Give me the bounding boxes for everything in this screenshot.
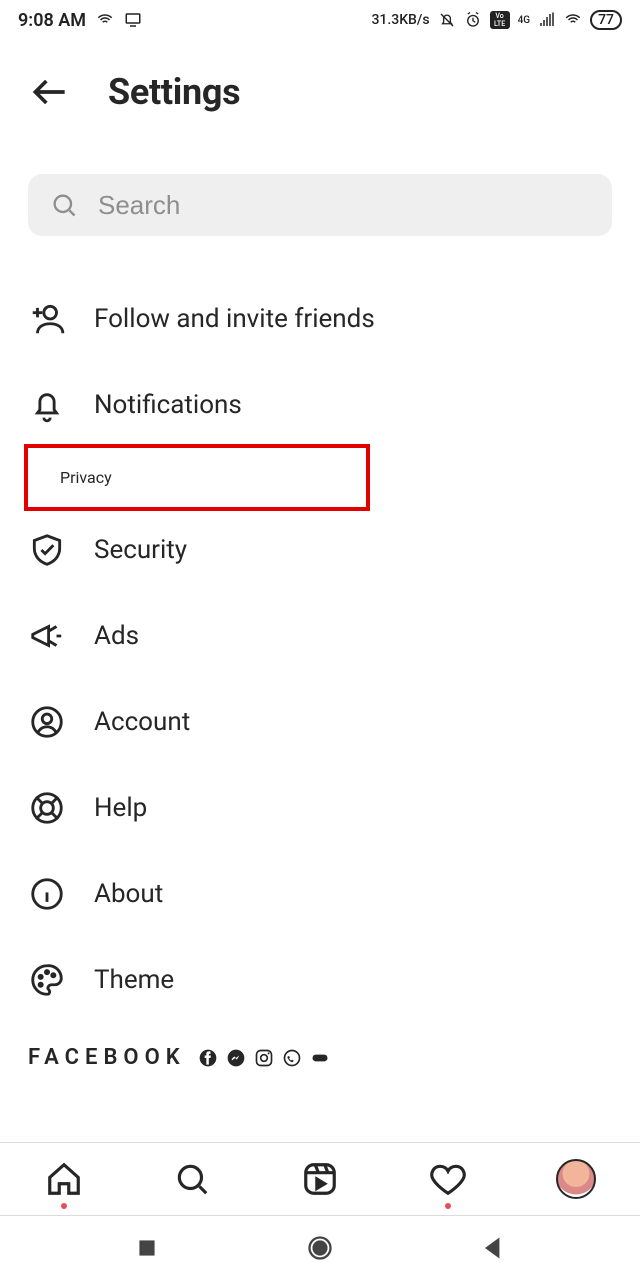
shield-check-icon: [28, 531, 66, 569]
person-circle-icon: [28, 703, 66, 741]
menu-item-about[interactable]: About: [0, 851, 640, 937]
menu-item-theme[interactable]: Theme: [0, 937, 640, 1023]
info-icon: [28, 875, 66, 913]
app-header: Settings: [0, 40, 640, 134]
messenger-icon: [226, 1048, 246, 1068]
brand-icons: [198, 1048, 330, 1068]
oculus-icon: [310, 1048, 330, 1068]
menu-label: Security: [94, 535, 187, 565]
menu-item-ads[interactable]: Ads: [0, 593, 640, 679]
network-label: 4G: [518, 15, 531, 26]
menu-label: Account: [94, 707, 190, 737]
sys-recent[interactable]: [132, 1233, 162, 1263]
menu-label: Notifications: [94, 390, 242, 420]
nav-activity-dot: [445, 1203, 451, 1209]
menu-label: Help: [94, 793, 147, 823]
search-icon: [50, 191, 78, 219]
search-container: [0, 134, 640, 258]
status-bar: 9:08 AM 31.3KB/s VoLTE 4G 77: [0, 0, 640, 40]
nav-activity[interactable]: [426, 1157, 470, 1201]
search-field[interactable]: [28, 174, 612, 236]
menu-item-follow[interactable]: Follow and invite friends: [0, 276, 640, 362]
bell-muted-icon: [438, 11, 456, 29]
wifi-icon-2: [564, 11, 582, 29]
facebook-section-header: FACEBOOK: [0, 1023, 640, 1070]
nav-home-dot: [61, 1203, 67, 1209]
alarm-icon: [464, 11, 482, 29]
battery-indicator: 77: [590, 10, 622, 30]
brand-label: FACEBOOK: [28, 1045, 186, 1070]
status-time: 9:08 AM: [18, 10, 86, 31]
menu-item-security[interactable]: Security: [0, 507, 640, 593]
menu-label: Theme: [94, 965, 174, 995]
wifi-icon: [96, 11, 114, 29]
back-button[interactable]: [28, 70, 72, 114]
menu-item-help[interactable]: Help: [0, 765, 640, 851]
palette-icon: [28, 961, 66, 999]
page-title: Settings: [108, 71, 240, 113]
menu-label: Follow and invite friends: [94, 304, 375, 334]
settings-list: Follow and invite friends Notifications …: [0, 258, 640, 1023]
menu-label: About: [94, 879, 163, 909]
volte-icon: VoLTE: [490, 11, 510, 29]
signal-icon: [538, 11, 556, 29]
search-input[interactable]: [98, 190, 590, 221]
avatar: [556, 1159, 596, 1199]
menu-label: Privacy: [60, 468, 112, 487]
nav-reels[interactable]: [298, 1157, 342, 1201]
status-left: 9:08 AM: [18, 10, 142, 31]
whatsapp-icon: [282, 1048, 302, 1068]
arrow-left-icon: [28, 70, 72, 114]
nav-home[interactable]: [42, 1157, 86, 1201]
status-data-rate: 31.3KB/s: [371, 12, 429, 28]
sys-back[interactable]: [478, 1233, 508, 1263]
sys-home[interactable]: [305, 1233, 335, 1263]
system-nav: [0, 1216, 640, 1280]
bell-icon: [28, 386, 66, 424]
lifebuoy-icon: [28, 789, 66, 827]
menu-item-notifications[interactable]: Notifications: [0, 362, 640, 448]
megaphone-icon: [28, 617, 66, 655]
menu-label: Ads: [94, 621, 139, 651]
add-person-icon: [28, 300, 66, 338]
status-right: 31.3KB/s VoLTE 4G 77: [371, 10, 622, 30]
bottom-nav: [0, 1142, 640, 1216]
facebook-icon: [198, 1048, 218, 1068]
menu-item-privacy-highlighted[interactable]: Privacy: [24, 444, 370, 511]
menu-item-account[interactable]: Account: [0, 679, 640, 765]
nav-profile[interactable]: [554, 1157, 598, 1201]
nav-search[interactable]: [170, 1157, 214, 1201]
instagram-icon: [254, 1048, 274, 1068]
cast-icon: [124, 11, 142, 29]
